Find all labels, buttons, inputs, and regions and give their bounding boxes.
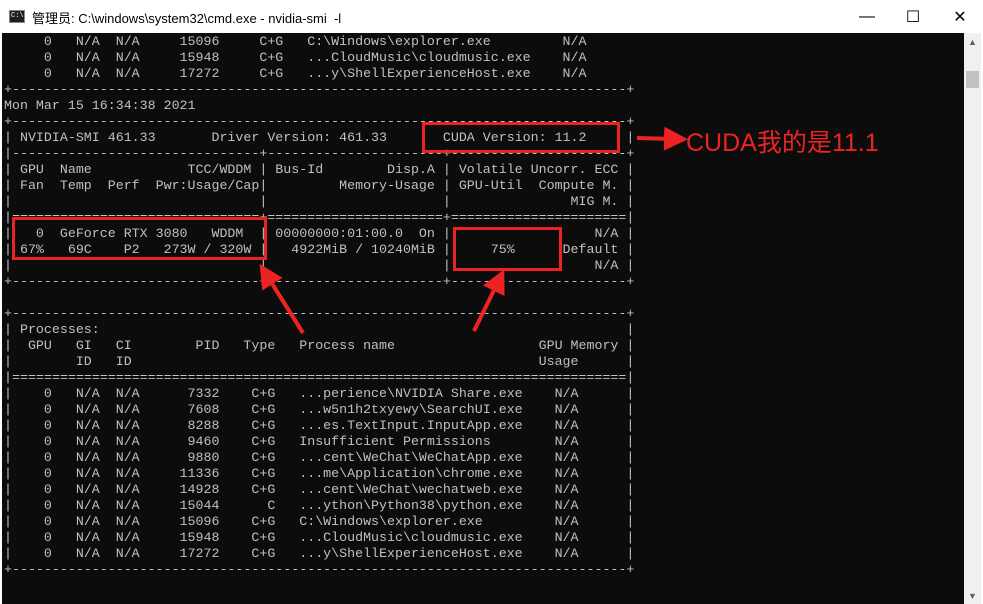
cuda-annotation-text: CUDA我的是11.1 — [686, 129, 879, 157]
gpu-util-arrow — [472, 269, 505, 332]
annotation-arrows — [259, 126, 688, 335]
cuda-arrow — [636, 126, 688, 151]
gpu-info-arrow — [259, 263, 305, 335]
